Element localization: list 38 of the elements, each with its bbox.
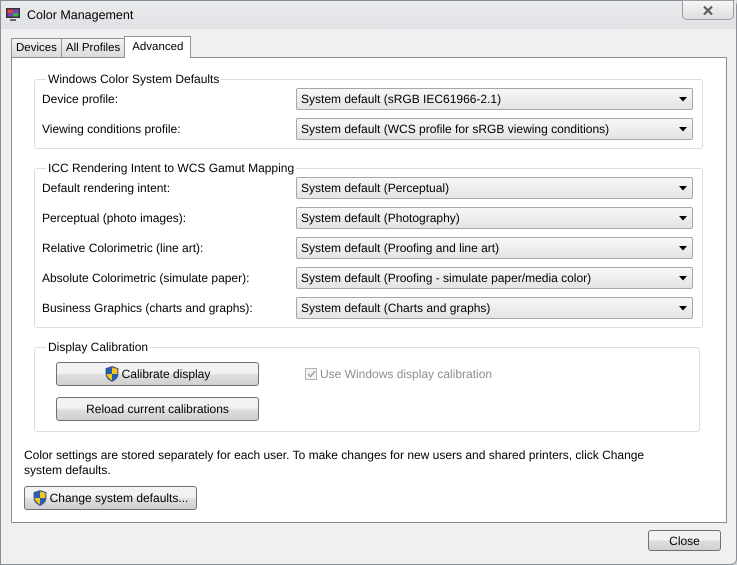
close-button[interactable]: Close	[648, 530, 721, 551]
dropdown[interactable]: System default (sRGB IEC61966-2.1)	[296, 88, 693, 110]
dropdown[interactable]: System default (Perceptual)	[296, 177, 693, 199]
field-label: Perceptual (photo images):	[42, 211, 188, 225]
dropdown-arrow-icon	[679, 126, 687, 132]
dropdown-arrow-icon	[679, 186, 687, 190]
group-title: ICC Rendering Intent to WCS Gamut Mapping	[47, 161, 296, 175]
dropdown[interactable]: System default (Proofing - simulate paper/media color)	[296, 267, 693, 289]
close-icon[interactable]	[682, 0, 734, 20]
field-label: Viewing conditions profile:	[42, 122, 182, 136]
field-label: Absolute Colorimetric (simulate paper):	[42, 271, 250, 285]
dropdown[interactable]: System default (Charts and graphs)	[296, 297, 693, 319]
calibration-button[interactable]: Calibrate display	[56, 362, 259, 386]
tab[interactable]: Advanced	[124, 36, 192, 58]
dropdown-arrow-icon	[679, 96, 687, 102]
dropdown-arrow-icon	[679, 246, 687, 250]
tab[interactable]: Devices	[11, 38, 62, 57]
dropdown-arrow-icon	[679, 306, 687, 310]
window-title: Color Management	[27, 8, 134, 22]
dropdown-arrow-icon	[679, 216, 687, 220]
shield-icon	[104, 366, 119, 382]
tab[interactable]: All Profiles	[60, 38, 126, 57]
change-defaults-button[interactable]: Change system defaults...	[24, 486, 197, 510]
calibration-button[interactable]: Reload current calibrations	[56, 397, 259, 421]
field-label: Default rendering intent:	[42, 181, 172, 195]
shield-icon	[32, 490, 47, 506]
field-label: Business Graphics (charts and graphs):	[42, 301, 254, 315]
dropdown[interactable]: System default (Proofing and line art)	[296, 237, 693, 259]
checkbox-label: Use Windows display calibration	[320, 367, 492, 381]
info-text: Color settings are stored separately for each user. To make changes for new users and shared printers, click Change system defaults.	[24, 448, 646, 478]
dropdown[interactable]: System default (Photography)	[296, 207, 693, 229]
field-label: Device profile:	[42, 92, 120, 106]
group-title: Display Calibration	[47, 340, 150, 354]
dropdown-arrow-icon	[679, 276, 687, 280]
group-title: Windows Color System Defaults	[47, 72, 220, 86]
dropdown[interactable]: System default (WCS profile for sRGB viewing conditions)	[296, 118, 693, 140]
field-label: Relative Colorimetric (line art):	[42, 241, 204, 255]
monitor-icon	[5, 7, 21, 23]
